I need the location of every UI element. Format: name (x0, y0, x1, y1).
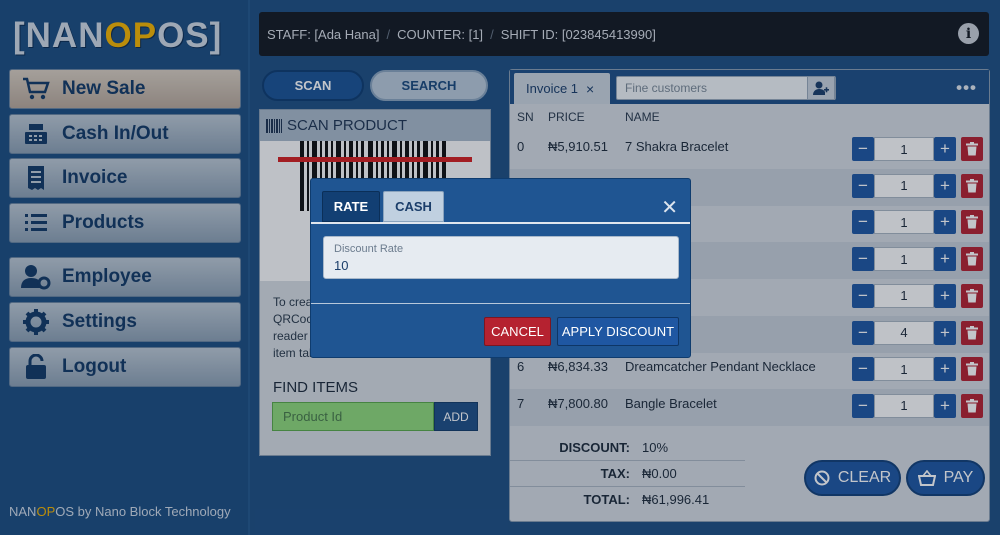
discount-rate-field[interactable]: Discount Rate 10 (323, 236, 679, 279)
tab-cash[interactable]: CASH (383, 191, 444, 222)
apply-discount-button[interactable]: APPLY DISCOUNT (557, 317, 679, 346)
cancel-button[interactable]: CANCEL (484, 317, 551, 346)
field-label: Discount Rate (334, 243, 404, 255)
field-value[interactable]: 10 (334, 258, 348, 273)
divider (311, 222, 690, 224)
discount-modal: RATE CASH ✕ Discount Rate 10 CANCEL APPL… (310, 178, 691, 358)
tab-rate[interactable]: RATE (322, 191, 380, 222)
divider (311, 303, 690, 304)
close-icon[interactable]: ✕ (661, 195, 678, 220)
